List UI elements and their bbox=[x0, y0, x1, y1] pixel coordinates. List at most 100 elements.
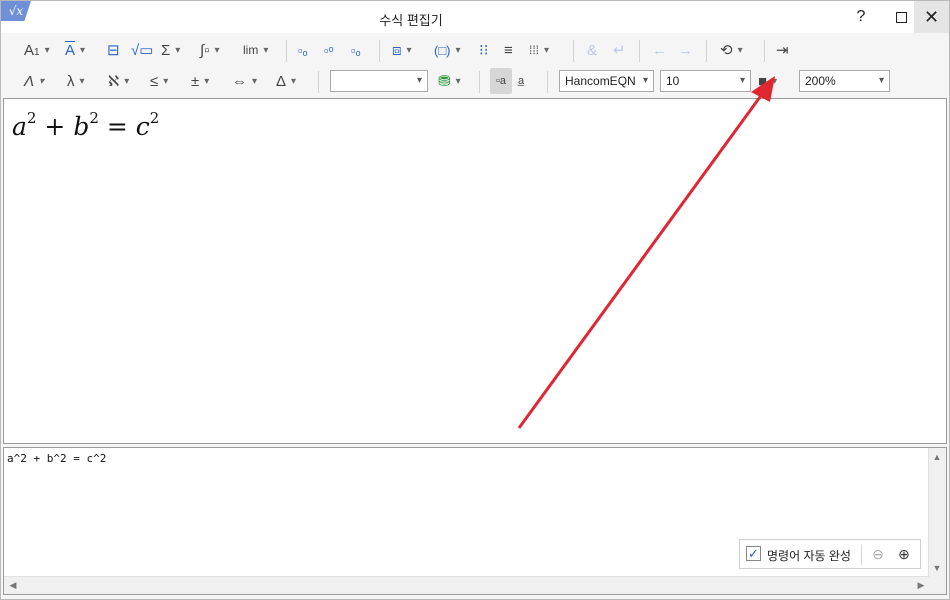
integral-tool[interactable]: ∫▫ ▾ bbox=[200, 37, 219, 63]
horizontal-scrollbar[interactable]: ◀ ▶ bbox=[4, 576, 929, 594]
font-style-tool[interactable]: A1 ▾ bbox=[24, 37, 50, 63]
integral-icon: ∫▫ bbox=[200, 41, 210, 59]
text-color-icon: ■ bbox=[758, 72, 768, 90]
grid-tool[interactable]: ⁞⁞⁞ ▾ bbox=[529, 37, 549, 63]
arrow-right-icon: → bbox=[678, 41, 693, 59]
chevron-down-icon: ▾ bbox=[252, 75, 258, 87]
color-person-icon: ⛃ bbox=[438, 73, 451, 90]
insert-icon: ⇥ bbox=[776, 42, 789, 59]
display-mode-icon: a̲ bbox=[518, 75, 525, 87]
newline-icon: ↵ bbox=[613, 42, 626, 59]
matrix-tool[interactable]: ⁝⁝ bbox=[479, 37, 489, 63]
color-tool[interactable]: ⛃ ▾ bbox=[438, 68, 461, 94]
toolbar-row-2: Λ ▾ λ ▾ ℵ ▾ ≤ ▾ ± ▾ ⇔ ▾ Δ ▾ ▾ ⛃ ▾ ▫a a̲ HancomEQ… bbox=[1, 65, 949, 97]
vertical-scrollbar[interactable]: ▲ ▼ bbox=[928, 448, 946, 594]
stack-tool[interactable]: ⧈ ▾ bbox=[392, 37, 412, 63]
convert-icon: ⟲ bbox=[720, 42, 733, 59]
panel-separator bbox=[861, 545, 862, 565]
toolbar-separator bbox=[573, 40, 574, 62]
arrow-left-icon: ← bbox=[652, 41, 667, 59]
bracket-icon: (□) bbox=[434, 42, 451, 58]
chevron-down-icon: ▾ bbox=[772, 75, 778, 87]
fraction-tool[interactable]: ⊟ bbox=[107, 37, 120, 63]
lines-tool[interactable]: ≡ bbox=[504, 37, 513, 63]
zoom-select-value: 200% bbox=[805, 74, 836, 88]
toolbar-separator bbox=[379, 40, 380, 62]
chevron-down-icon: ▾ bbox=[204, 75, 210, 87]
chevron-down-icon: ▾ bbox=[80, 44, 86, 56]
equation-preview[interactable]: a2 + b2 = c2 bbox=[3, 98, 947, 444]
script-text[interactable]: a^2 + b^2 = c^2 bbox=[7, 452, 106, 465]
toolbar-separator bbox=[547, 71, 548, 93]
style-select[interactable]: ▾ bbox=[330, 70, 428, 92]
zoom-out-icon: ⊖ bbox=[872, 546, 884, 562]
scroll-up-icon[interactable]: ▲ bbox=[929, 449, 945, 465]
equation-rendered: a2 + b2 = c2 bbox=[12, 109, 159, 141]
text-color-tool[interactable]: ■ ▾ bbox=[758, 68, 777, 94]
eq-exp: 2 bbox=[89, 109, 99, 127]
chevron-down-icon: ▾ bbox=[79, 75, 85, 87]
convert-tool[interactable]: ⟲ ▾ bbox=[720, 37, 743, 63]
delta-tool[interactable]: Δ ▾ bbox=[276, 68, 296, 94]
zoom-in-button[interactable]: ⊕ bbox=[894, 544, 914, 564]
chevron-down-icon: ▾ bbox=[214, 44, 220, 56]
close-icon: ✕ bbox=[923, 6, 940, 27]
chevron-down-icon: ▾ bbox=[455, 44, 461, 56]
lines-icon: ≡ bbox=[504, 41, 513, 59]
autocomplete-checkbox[interactable]: ✓ bbox=[746, 546, 761, 561]
root-icon: √▭ bbox=[131, 42, 154, 59]
redo-tool[interactable]: → bbox=[678, 37, 693, 63]
limit-tool[interactable]: lim ▾ bbox=[243, 37, 268, 63]
subscript-tool[interactable]: ▫ₒ bbox=[298, 37, 308, 63]
lambda-icon: λ bbox=[67, 72, 75, 90]
font-select-value: HancomEQN bbox=[565, 74, 636, 88]
chevron-down-icon: ▾ bbox=[263, 44, 269, 56]
hebrew-tool[interactable]: ℵ ▾ bbox=[108, 68, 129, 94]
greek-upper-tool[interactable]: Λ ▾ bbox=[24, 68, 44, 94]
help-button[interactable]: ? bbox=[843, 1, 879, 33]
display-mode-toggle[interactable]: a̲ bbox=[518, 68, 524, 94]
eq-var-a: a bbox=[12, 112, 27, 141]
eq-equals: = bbox=[106, 112, 128, 141]
scroll-left-icon[interactable]: ◀ bbox=[5, 577, 21, 593]
toolbar-separator bbox=[318, 71, 319, 93]
zoom-select[interactable]: 200% ▾ bbox=[799, 70, 890, 92]
sub-super-tool[interactable]: ▫ₒ bbox=[351, 37, 361, 63]
scroll-right-icon[interactable]: ▶ bbox=[913, 577, 929, 593]
script-editor[interactable]: a^2 + b^2 = c^2 ▲ ▼ ◀ ▶ ✓ 명령어 자동 완성 ⊖ ⊕ bbox=[3, 447, 947, 595]
eq-exp: 2 bbox=[26, 109, 37, 127]
stack-icon: ⧈ bbox=[392, 41, 402, 59]
inline-mode-toggle[interactable]: ▫a bbox=[490, 68, 512, 94]
bracket-tool[interactable]: (□) ▾ bbox=[434, 37, 461, 63]
chevron-down-icon: ▾ bbox=[406, 44, 412, 56]
chevron-down-icon: ▾ bbox=[416, 75, 422, 86]
ampersand-tool[interactable]: & bbox=[587, 37, 597, 63]
size-select[interactable]: 10 ▾ bbox=[660, 70, 751, 92]
subscript-icon: ▫ₒ bbox=[298, 42, 308, 58]
toolbar-separator bbox=[706, 40, 707, 62]
arrow-tool[interactable]: ⇔ ▾ bbox=[232, 68, 257, 94]
chevron-down-icon: ▾ bbox=[39, 75, 45, 87]
newline-tool[interactable]: ↵ bbox=[613, 37, 626, 63]
superscript-icon: ▫ᵒ bbox=[324, 42, 334, 58]
root-tool[interactable]: √▭ bbox=[131, 37, 153, 63]
greek-lower-tool[interactable]: λ ▾ bbox=[67, 68, 85, 94]
double-arrow-icon: ⇔ bbox=[232, 72, 247, 90]
sigma-icon: Σ bbox=[161, 41, 171, 59]
insert-tool[interactable]: ⇥ bbox=[776, 37, 789, 63]
font-select[interactable]: HancomEQN ▾ bbox=[559, 70, 654, 92]
operator-tool[interactable]: ± ▾ bbox=[191, 68, 209, 94]
zoom-out-button[interactable]: ⊖ bbox=[868, 544, 888, 564]
undo-tool[interactable]: ← bbox=[652, 37, 667, 63]
relation-tool[interactable]: ≤ ▾ bbox=[150, 68, 168, 94]
toolbar-row-1: A1 ▾ A ▾ ⊟ √▭ Σ ▾ ∫▫ ▾ lim ▾ ▫ₒ ▫ᵒ ▫ₒ ⧈ ▾ (□) ▾… bbox=[1, 34, 949, 66]
decoration-tool[interactable]: A ▾ bbox=[65, 37, 85, 63]
equation-editor-window: √x 수식 편집기 ? ✕ A1 ▾ A ▾ ⊟ √▭ Σ ▾ ∫▫ ▾ lim ▾ ▫ₒ… bbox=[0, 0, 950, 600]
chevron-down-icon: ▾ bbox=[163, 75, 169, 87]
grid-icon: ⁞⁞⁞ bbox=[529, 43, 540, 57]
scroll-down-icon[interactable]: ▼ bbox=[929, 560, 945, 576]
superscript-tool[interactable]: ▫ᵒ bbox=[324, 37, 334, 63]
eq-var-b: b bbox=[73, 112, 90, 141]
sum-tool[interactable]: Σ ▾ bbox=[161, 37, 180, 63]
close-button[interactable]: ✕ bbox=[914, 1, 949, 33]
